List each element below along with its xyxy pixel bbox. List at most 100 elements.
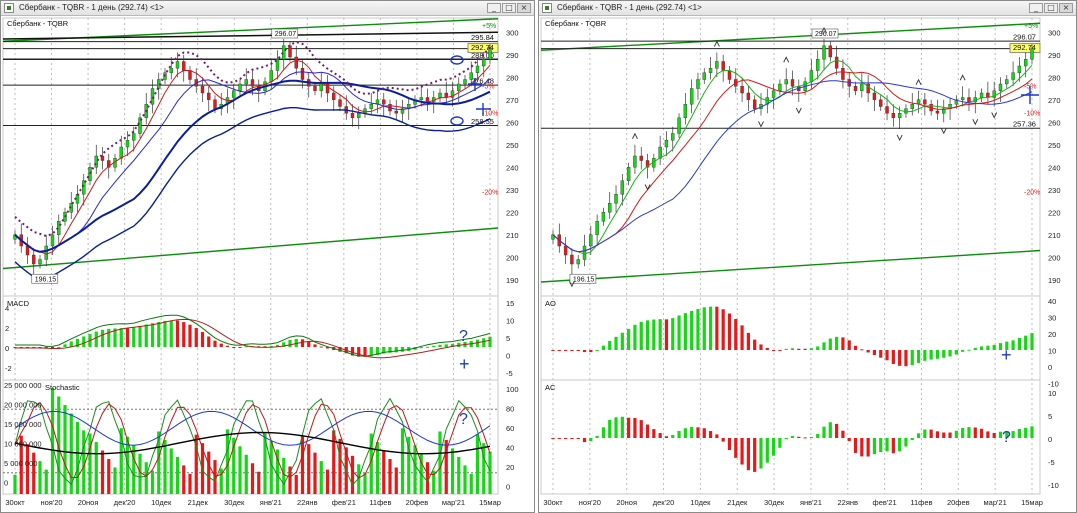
- left-tick-label: 2: [5, 324, 9, 333]
- macd-bar: [63, 344, 67, 347]
- fractal-down-marker: [644, 184, 651, 191]
- ao-bar: [746, 332, 750, 350]
- left-chart-window[interactable]: Сбербанк - TQBR - 1 день (292.74) <1> _ …: [0, 0, 535, 513]
- ac-bar: [828, 422, 832, 438]
- ao-bar: [620, 332, 624, 350]
- candle: [563, 245, 568, 256]
- volume-bar: [257, 471, 261, 494]
- candle: [746, 92, 751, 100]
- minimize-button[interactable]: _: [487, 3, 501, 13]
- ac-bar: [658, 433, 662, 438]
- candle: [469, 72, 473, 80]
- close-button[interactable]: ×: [1059, 3, 1073, 13]
- ac-bar: [790, 435, 795, 438]
- x-tick-label: 21дек: [727, 498, 748, 507]
- y-tick-label: 280: [506, 73, 519, 82]
- hand-annotation-question: ?: [1002, 429, 1011, 446]
- candle: [44, 245, 48, 260]
- candle: [207, 92, 211, 100]
- ac-bar: [860, 438, 864, 457]
- volume-bar: [107, 459, 111, 494]
- right-tick-label: 40: [1048, 297, 1056, 306]
- ao-bar: [708, 306, 713, 350]
- candle: [664, 140, 669, 148]
- y-tick-label: 270: [506, 96, 519, 105]
- candle: [740, 86, 744, 94]
- candle: [132, 133, 136, 141]
- candle: [332, 92, 336, 100]
- macd-bar: [57, 346, 61, 348]
- candle: [923, 99, 927, 105]
- ao-bar: [589, 350, 593, 353]
- macd-bar: [488, 336, 492, 347]
- candle: [677, 117, 681, 134]
- candle: [338, 99, 342, 107]
- ac-bar: [866, 438, 870, 457]
- ao-bar: [954, 350, 958, 355]
- ac-bar: [979, 428, 984, 438]
- ao-bar: [753, 339, 757, 350]
- ac-bar: [639, 420, 643, 438]
- ac-bar: [652, 429, 656, 438]
- candle: [250, 79, 255, 87]
- candle: [294, 56, 298, 69]
- candle: [232, 90, 236, 98]
- ao-bar: [696, 309, 700, 350]
- volume-bar: [113, 467, 117, 494]
- maximize-button[interactable]: □: [502, 3, 516, 13]
- ao-bar: [576, 350, 580, 351]
- volume-bar: [144, 462, 148, 494]
- x-tick-label: ноя'20: [40, 498, 62, 507]
- ac-bar: [633, 417, 637, 438]
- panel-frame: [2, 295, 499, 381]
- left-chart-canvas[interactable]: 30окт ноя'20 20ноя дек'20 10дек 21дек 30дек янв…: [1, 16, 535, 513]
- macd-bar: [100, 329, 105, 347]
- left-window-titlebar[interactable]: Сбербанк - TQBR - 1 день (292.74) <1> _ …: [1, 1, 534, 16]
- candle: [94, 155, 98, 168]
- right-chart-window[interactable]: Сбербанк - TQBR - 1 день (292.74) <1> _ …: [538, 0, 1077, 513]
- volume-bar: [38, 461, 42, 494]
- ao-bar: [614, 336, 618, 350]
- macd-bar: [188, 324, 192, 347]
- right-chart-canvas[interactable]: 30окт ноя'20 20ноя дек'20 10дек 21дек 30дек янв…: [539, 16, 1077, 513]
- left-tick-label: -2: [5, 364, 12, 373]
- hand-annotation-plus: +: [459, 354, 470, 374]
- volume-bar: [150, 470, 155, 494]
- right-window-titlebar[interactable]: Сбербанк - TQBR - 1 день (292.74) <1> _ …: [539, 1, 1076, 16]
- left-tick-label: 0: [4, 479, 8, 488]
- maximize-button[interactable]: □: [1044, 3, 1058, 13]
- candle: [175, 61, 180, 69]
- macd-bar: [444, 344, 448, 347]
- right-tick-label: 0: [1048, 435, 1052, 444]
- x-tick-label: дек'20: [653, 498, 675, 507]
- x-tick-label: 10дек: [151, 498, 172, 507]
- volume-bar: [269, 441, 273, 494]
- y-tick-label: 260: [1048, 118, 1061, 127]
- candle: [425, 97, 430, 103]
- volume-bar: [394, 467, 398, 494]
- right-tick-label: -5: [506, 369, 513, 378]
- minimize-button[interactable]: _: [1029, 3, 1043, 13]
- volume-bar: [388, 459, 392, 494]
- close-button[interactable]: ×: [517, 3, 531, 13]
- ac-bar: [816, 433, 820, 438]
- ao-bar: [557, 350, 561, 351]
- ao-bar: [683, 313, 687, 350]
- candle: [885, 106, 889, 114]
- left-tick-label: 10 000 000: [4, 440, 42, 449]
- volume-bar: [469, 473, 473, 494]
- x-tick-label: дек'20: [114, 498, 136, 507]
- trend-line-upper: [540, 22, 1041, 51]
- ac-bar: [872, 438, 877, 455]
- macd-line: [15, 314, 491, 357]
- trend-line-lower: [540, 249, 1041, 283]
- x-tick-label: 22янв: [838, 498, 859, 507]
- y-tick-label: 210: [506, 231, 519, 240]
- y-tick-label: 240: [506, 163, 519, 172]
- percent-level-label: -20%: [1024, 189, 1040, 196]
- macd-bar: [200, 331, 205, 347]
- candle: [363, 108, 367, 114]
- macd-bar: [400, 347, 405, 352]
- ao-bar: [979, 346, 984, 350]
- candle: [169, 68, 173, 73]
